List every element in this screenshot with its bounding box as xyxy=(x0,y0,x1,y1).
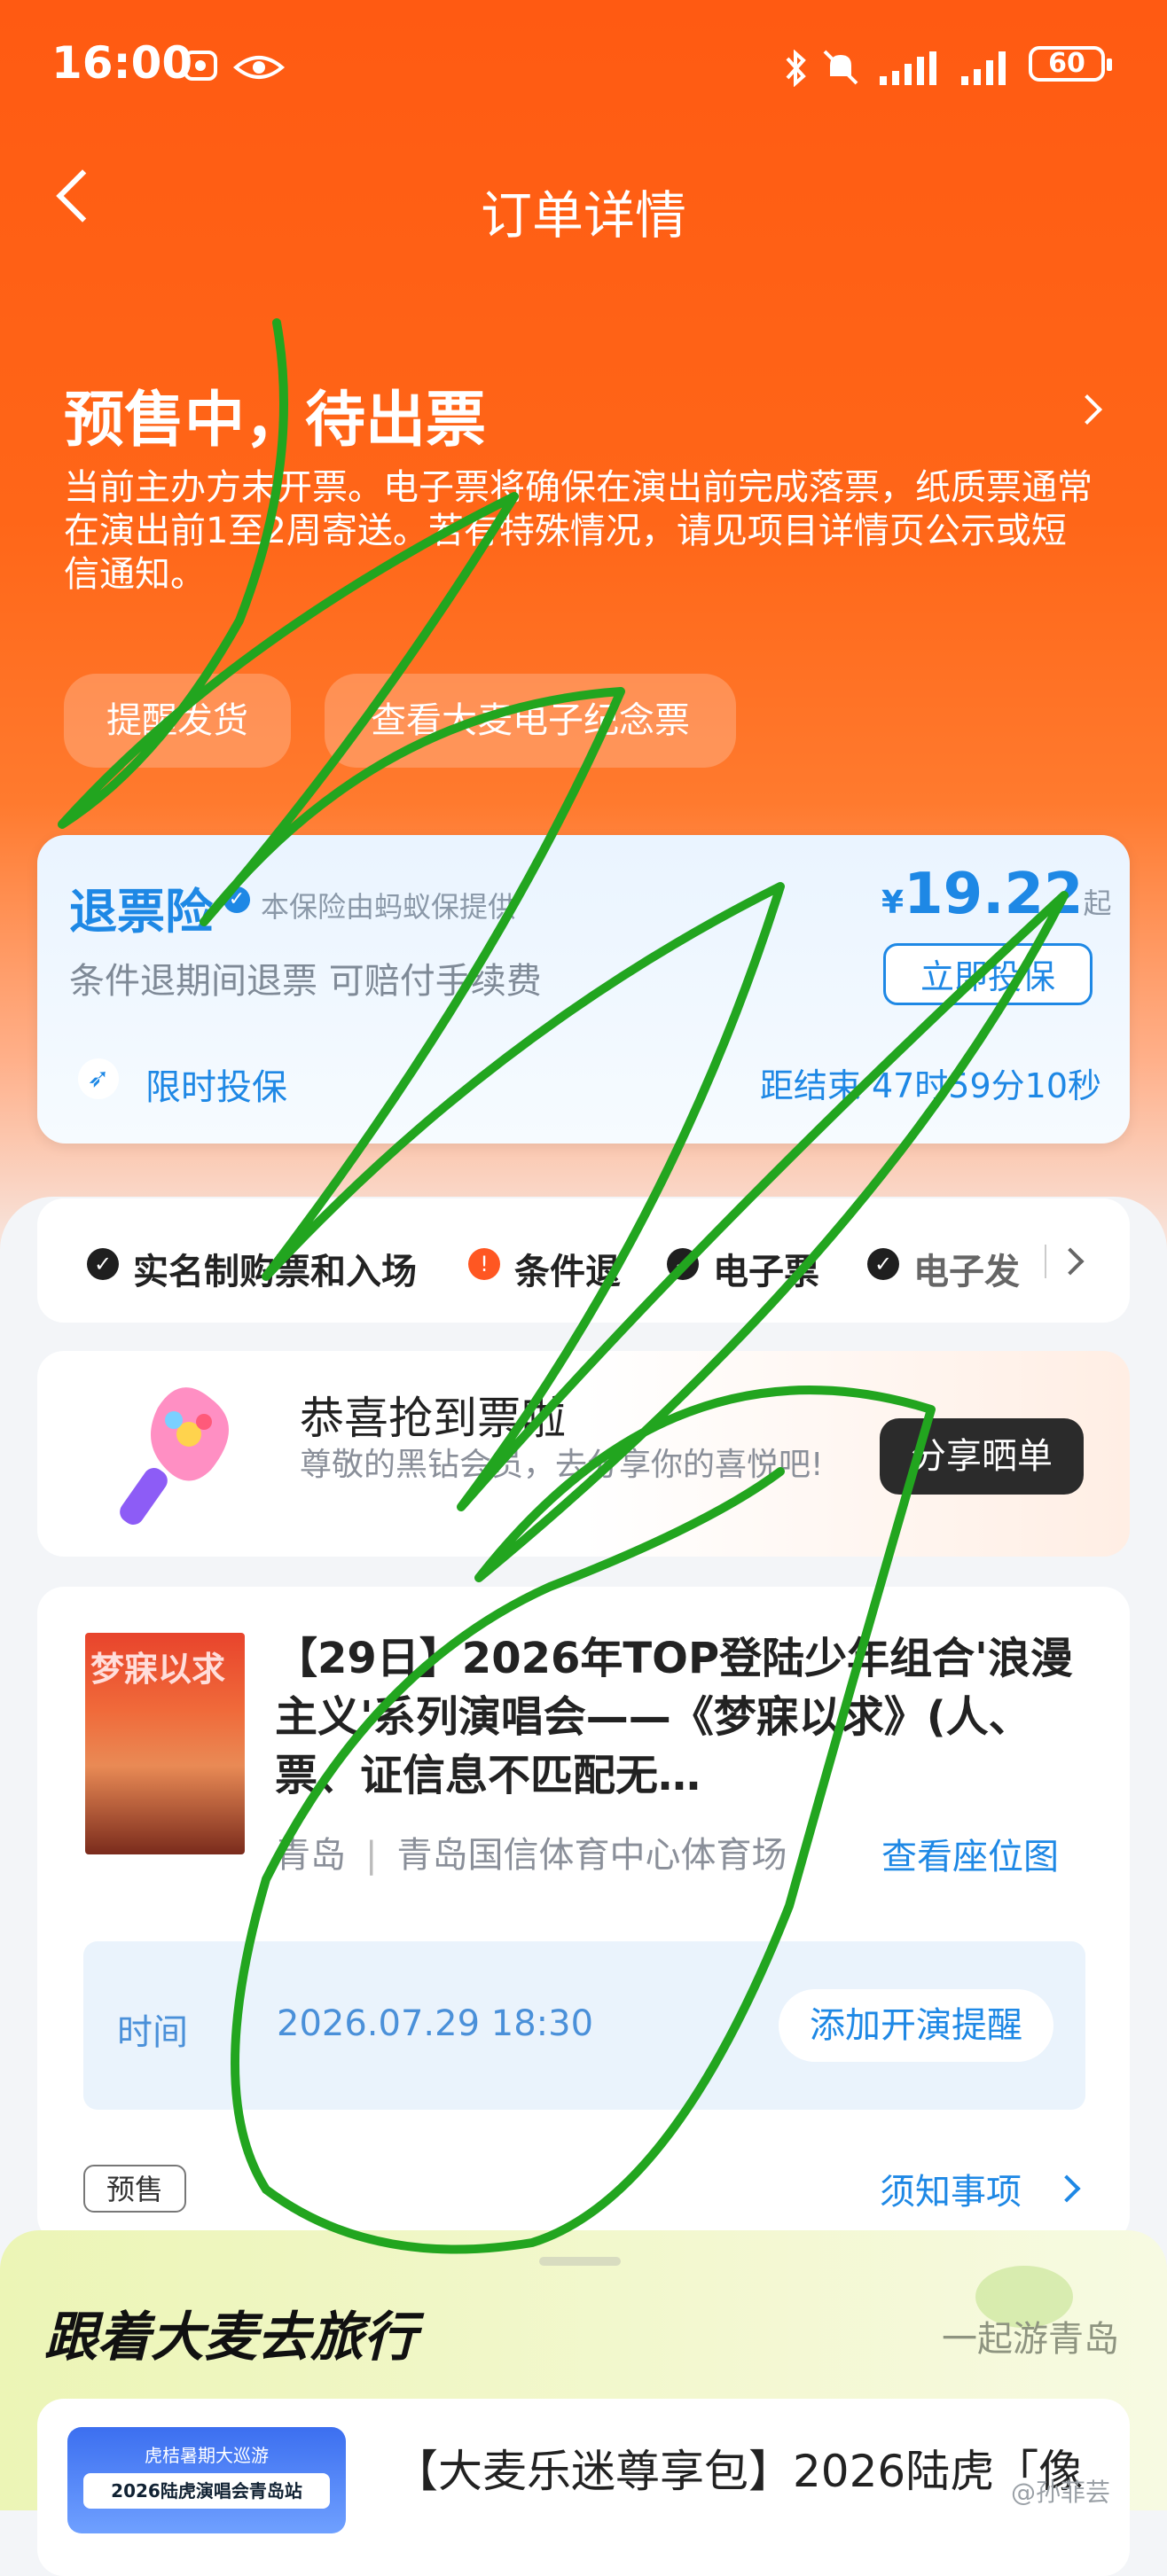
chevron-right-icon[interactable] xyxy=(1053,2174,1081,2203)
event-location: 青岛 | 青岛国信体育中心体育场 xyxy=(275,1826,787,1877)
page-title: 订单详情 xyxy=(480,185,686,246)
currency-symbol: ¥ xyxy=(881,885,905,921)
card-icon xyxy=(184,51,217,81)
signal-icon xyxy=(961,51,1006,85)
event-time-box: 时间 2026.07.29 18:30 添加开演提醒 xyxy=(83,1941,1085,2110)
thumbnail-label: 2026陆虎演唱会青岛站 xyxy=(83,2473,330,2509)
time-value: 2026.07.29 18:30 xyxy=(277,2003,594,2044)
seat-map-link[interactable]: 查看座位图 xyxy=(881,1828,1059,1879)
feature-real-name: 实名制购票和入场 xyxy=(133,1252,417,1292)
insurance-card[interactable]: 退票险 ✓ 本保险由蚂蚁保提供 ¥19.22起 条件退期间退票 可赔付手续费 立… xyxy=(37,835,1130,1144)
travel-title: 跟着大麦去旅行 xyxy=(44,2307,417,2369)
limited-time-label: 限时投保 xyxy=(145,1067,287,1108)
insurance-provider: 本保险由蚂蚁保提供 xyxy=(261,890,517,924)
divider xyxy=(1045,1245,1046,1278)
eye-icon xyxy=(232,56,286,79)
ticket-features-bar[interactable]: ✓ 实名制购票和入场 ! 条件退 ✓ 电子票 ✓ 电子发 xyxy=(37,1198,1130,1323)
travel-link[interactable]: 一起游青岛 xyxy=(942,2310,1119,2361)
buy-insurance-button[interactable]: 立即投保 xyxy=(883,943,1093,1005)
view-souvenir-ticket-button[interactable]: 查看大麦电子纪念票 xyxy=(325,674,736,768)
event-title[interactable]: 【29日】2026年TOP登陆少年组合'浪漫主义'系列演唱会——《梦寐以求》(人… xyxy=(275,1629,1091,1805)
signal-icon xyxy=(880,51,936,85)
feature-conditional-refund: 条件退 xyxy=(514,1252,621,1292)
time-label: 时间 xyxy=(117,2012,188,2053)
lightstick-icon xyxy=(120,1387,229,1525)
verified-icon: ✓ xyxy=(223,886,250,913)
notes-link[interactable]: 须知事项 xyxy=(880,2163,1022,2214)
insurance-name: 退票险 xyxy=(69,884,213,940)
countdown-timer: 距结束 47时59分10秒 xyxy=(759,1066,1101,1105)
separator: | xyxy=(365,1835,378,1876)
check-icon: ✓ xyxy=(87,1248,119,1280)
order-status-title[interactable]: 预售中，待出票 xyxy=(64,371,486,458)
price-value: 19.22 xyxy=(904,862,1084,927)
check-icon: ✓ xyxy=(667,1248,699,1280)
warning-icon: ! xyxy=(468,1248,500,1280)
event-venue: 青岛国信体育中心体育场 xyxy=(396,1835,787,1876)
chevron-right-icon[interactable] xyxy=(1056,1247,1085,1276)
thumbnail-caption: 虎桔暑期大巡游 xyxy=(145,2445,269,2466)
event-poster[interactable]: 梦寐以求 xyxy=(85,1633,245,1854)
watermark: @孙菲芸 xyxy=(1011,2478,1111,2507)
feature-e-ticket: 电子票 xyxy=(713,1252,819,1292)
status-time: 16:00 xyxy=(51,37,193,89)
battery-indicator: 60 xyxy=(1029,46,1112,82)
remind-shipping-button[interactable]: 提醒发货 xyxy=(64,674,291,768)
share-order-button[interactable]: 分享晒单 xyxy=(880,1418,1084,1495)
price-suffix: 起 xyxy=(1083,886,1112,920)
check-icon: ✓ xyxy=(867,1248,899,1280)
ticket-card: 梦寐以求 【29日】2026年TOP登陆少年组合'浪漫主义'系列演唱会——《梦寐… xyxy=(37,1587,1130,2243)
travel-thumbnail: 虎桔暑期大巡游 2026陆虎演唱会青岛站 xyxy=(67,2427,346,2533)
travel-item[interactable]: 虎桔暑期大巡游 2026陆虎演唱会青岛站 【大麦乐迷尊享包】2026陆虎「像 xyxy=(37,2399,1130,2576)
bluetooth-icon xyxy=(786,50,806,87)
event-city: 青岛 xyxy=(275,1835,346,1876)
add-reminder-button[interactable]: 添加开演提醒 xyxy=(779,1989,1053,2062)
travel-item-title: 【大麦乐迷尊享包】2026陆虎「像 xyxy=(394,2446,1084,2497)
drag-handle[interactable] xyxy=(539,2257,621,2266)
share-subtitle: 尊敬的黑钻会员，去分享你的喜悦吧! xyxy=(300,1447,824,1483)
mute-icon xyxy=(823,50,858,85)
share-title: 恭喜抢到票啦 xyxy=(300,1393,566,1444)
travel-section: 跟着大麦去旅行 一起游青岛 虎桔暑期大巡游 2026陆虎演唱会青岛站 【大麦乐迷… xyxy=(0,2230,1167,2576)
feature-e-invoice: 电子发 xyxy=(913,1252,1020,1292)
order-status-description: 当前主办方未开票。电子票将确保在演出前完成落票，纸质票通常在演出前1至2周寄送。… xyxy=(64,467,1093,595)
share-card: 恭喜抢到票啦 尊敬的黑钻会员，去分享你的喜悦吧! 分享晒单 xyxy=(37,1351,1130,1557)
insurance-price: ¥19.22起 xyxy=(881,862,1112,927)
insurance-subtitle: 条件退期间退票 可赔付手续费 xyxy=(69,961,542,1002)
presale-badge: 预售 xyxy=(83,2165,186,2213)
rocket-icon: ➶ xyxy=(78,1058,119,1099)
poster-title: 梦寐以求 xyxy=(90,1650,226,1689)
